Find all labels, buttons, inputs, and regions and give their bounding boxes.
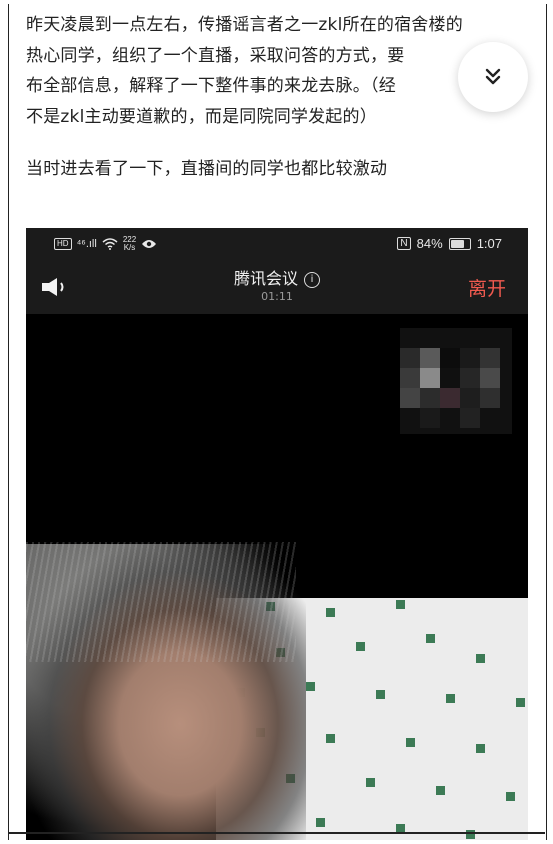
- article-line-3: 布全部信息，解释了一下整件事的来龙去脉。（经: [26, 76, 396, 96]
- article-line-5: 当时进去看了一下，直播间的同学也都比较激动: [26, 159, 388, 179]
- network-speed: 222 K/s: [123, 236, 136, 252]
- meeting-screenshot: HD ⁴⁶.ıll 222 K/s N 84% 1:07 腾讯会议 i 01:1…: [26, 228, 528, 840]
- status-time: 1:07: [476, 236, 502, 251]
- article-text: 昨天凌晨到一点左右，传播谣言者之一zkl所在的宿舍楼的 热心同学，组织了一个直播…: [26, 10, 531, 185]
- blur-streaks: [26, 542, 296, 662]
- battery-fill: [450, 239, 465, 248]
- status-bar: HD ⁴⁶.ıll 222 K/s N 84% 1:07: [26, 228, 528, 262]
- hd-indicator: HD: [54, 238, 72, 250]
- eye-icon: [142, 240, 157, 248]
- battery-icon: [448, 237, 471, 250]
- wifi-icon: [102, 238, 118, 250]
- nfc-icon: N: [397, 237, 411, 250]
- article-line-2: 热心同学，组织了一个直播，采取问答的方式，要: [26, 45, 405, 66]
- video-area: [26, 314, 528, 840]
- info-icon[interactable]: i: [304, 272, 320, 288]
- pip-video-mosaic[interactable]: [400, 328, 512, 434]
- article-line-1: 昨天凌晨到一点左右，传播谣言者之一zkl所在的宿舍楼的: [26, 15, 463, 35]
- meeting-timer: 01:11: [261, 290, 293, 303]
- signal-icon: ⁴⁶.ıll: [76, 238, 97, 250]
- bottom-rule: [8, 832, 545, 834]
- article-line-4: 不是zkl主动要道歉的，而是同院同学发起的）: [26, 106, 377, 127]
- battery-percent: 84%: [416, 236, 443, 251]
- leave-button[interactable]: 离开: [468, 274, 506, 301]
- meeting-title-text: 腾讯会议: [233, 269, 298, 288]
- speed-unit: K/s: [123, 243, 136, 252]
- double-chevron-down-icon: [485, 68, 501, 85]
- collapse-button[interactable]: [458, 42, 528, 112]
- meeting-titlebar: 腾讯会议 i 01:11 离开: [26, 262, 528, 314]
- meeting-title: 腾讯会议 i: [26, 268, 528, 290]
